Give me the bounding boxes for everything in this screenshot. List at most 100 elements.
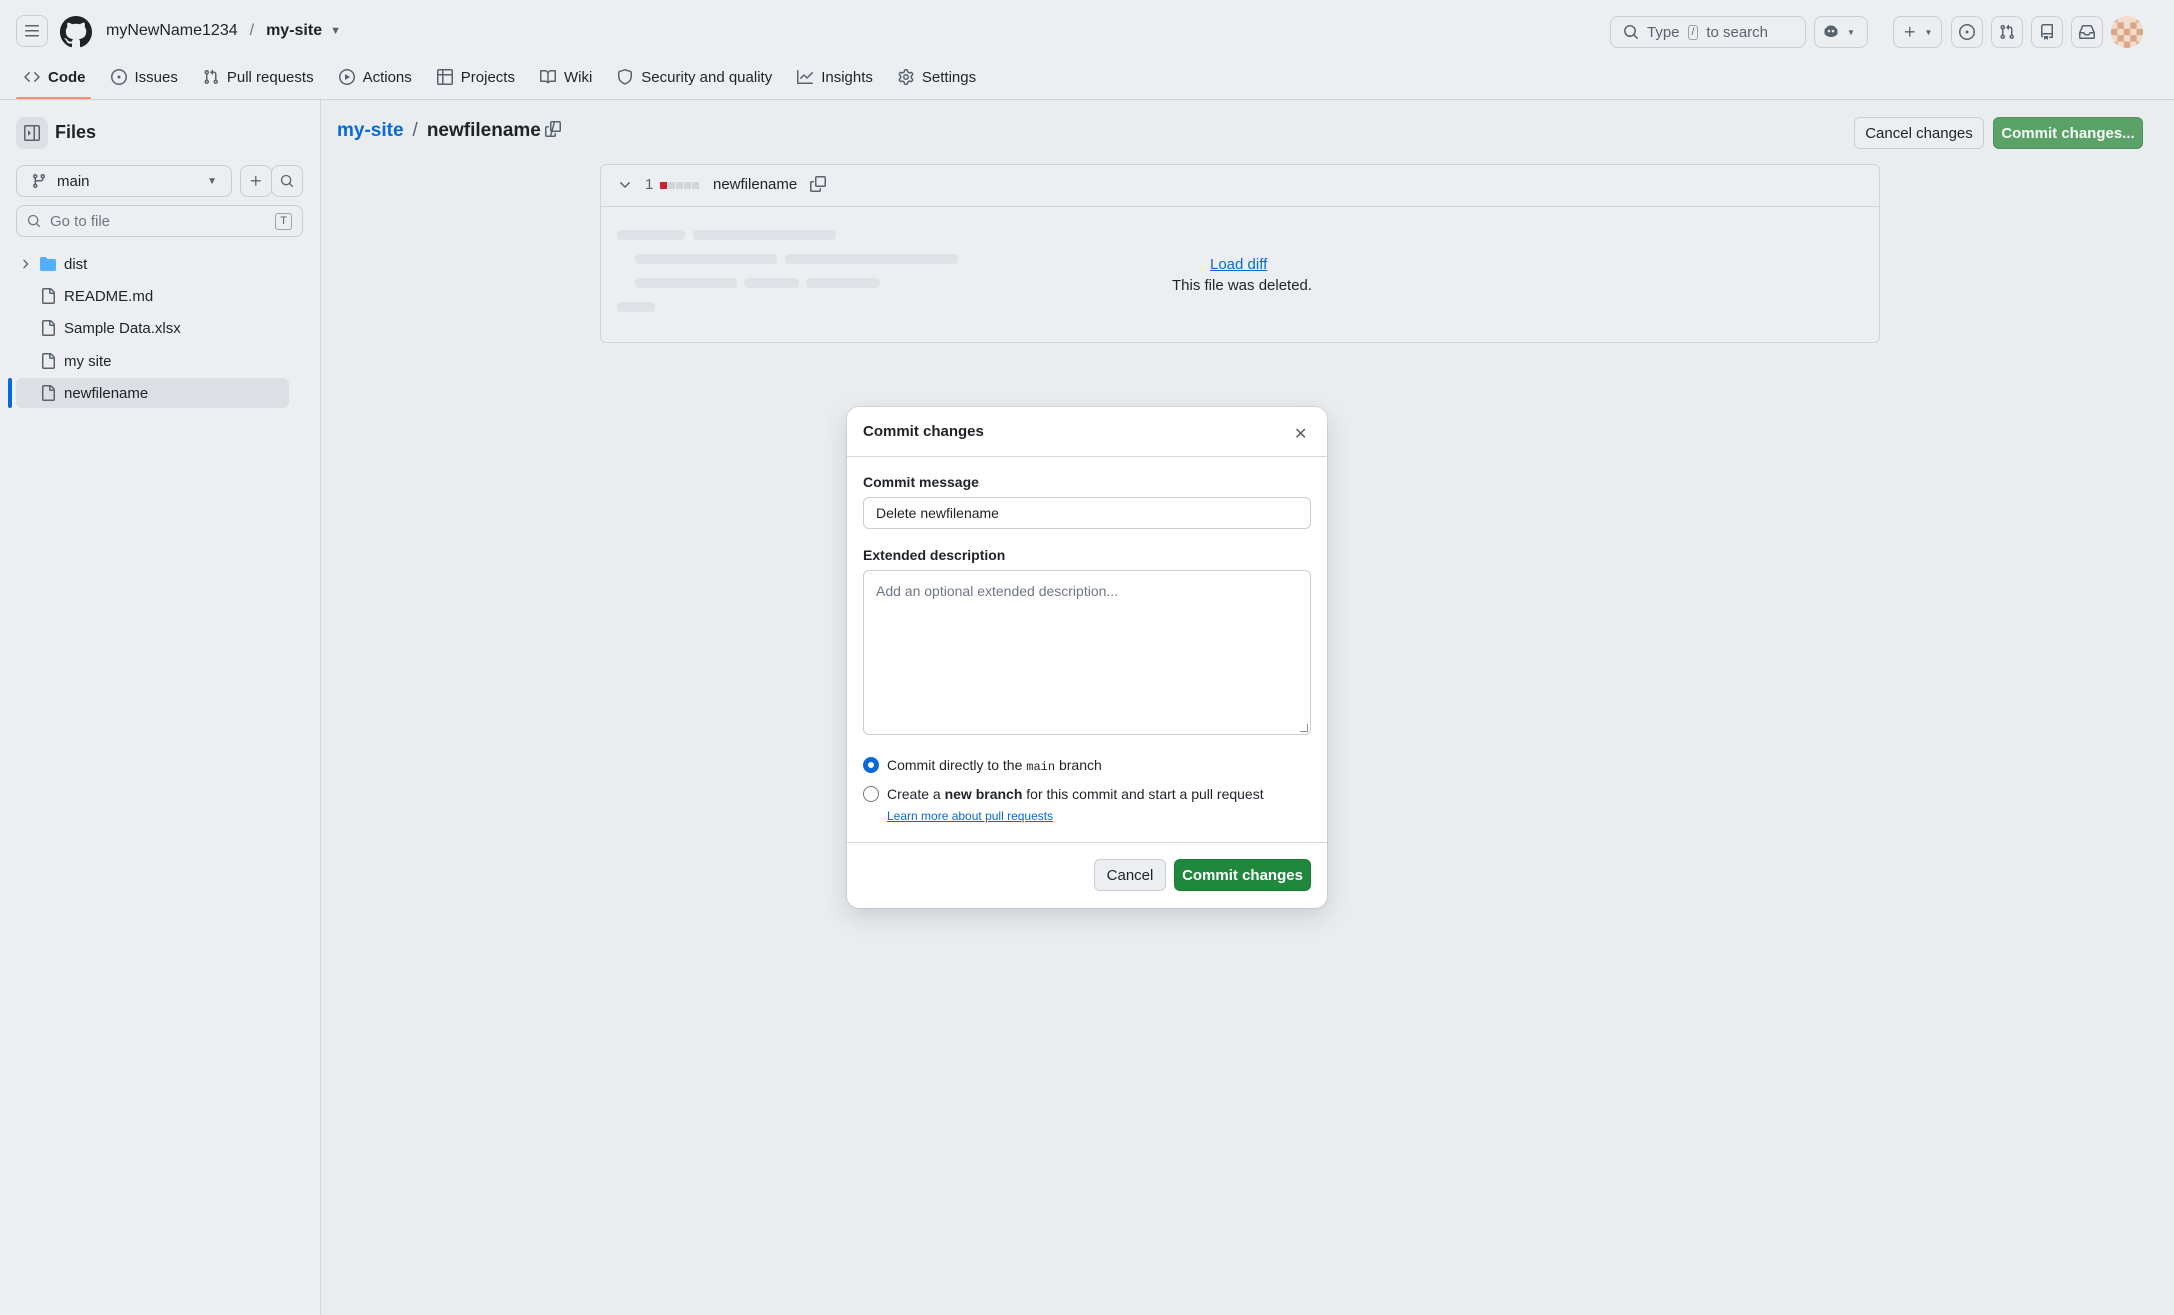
diff-filename: newfilename <box>713 176 798 193</box>
tab-issues[interactable]: Issues <box>103 62 186 92</box>
tree-item-my-site[interactable]: my site <box>16 346 289 376</box>
menu-button[interactable] <box>16 15 48 47</box>
tab-pull-requests[interactable]: Pull requests <box>195 62 322 92</box>
skeleton-line <box>617 302 655 312</box>
extended-description-textarea[interactable]: Add an optional extended description... <box>863 570 1311 735</box>
tab-security[interactable]: Security and quality <box>609 62 780 92</box>
tab-code[interactable]: Code <box>16 62 94 92</box>
inbox-button[interactable] <box>2071 16 2103 48</box>
tree-item-readme[interactable]: README.md <box>16 281 289 311</box>
copy-path-button[interactable] <box>545 121 567 143</box>
tab-code-label: Code <box>48 68 86 86</box>
diffstat-deleted-block <box>660 182 667 189</box>
breadcrumb-repo-link[interactable]: my-site <box>337 120 404 142</box>
commit-button[interactable]: Commit changes <box>1174 859 1311 891</box>
new-branch-radio[interactable] <box>863 786 879 802</box>
diff-card: 1 newfilename <box>600 164 1880 343</box>
issue-opened-icon <box>110 69 127 85</box>
resize-handle[interactable] <box>1300 724 1308 732</box>
selected-item-indicator <box>8 378 12 408</box>
file-deleted-message: This file was deleted. <box>1172 277 1313 294</box>
repo-dropdown-icon[interactable]: ▼ <box>330 25 341 37</box>
commit-directly-radio[interactable] <box>863 757 879 773</box>
tab-wiki[interactable]: Wiki <box>532 62 600 92</box>
issues-button[interactable] <box>1951 16 1983 48</box>
repo-nav-tabs: Code Issues Pull requests Actions Projec… <box>16 62 993 92</box>
option2-suffix: for this commit and start a pull request <box>1026 786 1264 802</box>
owner-link[interactable]: myNewName1234 <box>106 22 238 40</box>
option1-suffix: branch <box>1058 757 1102 773</box>
tab-settings[interactable]: Settings <box>890 62 984 92</box>
cancel-button[interactable]: Cancel <box>1094 859 1166 891</box>
commit-changes-dialog: Commit changes ✕ Commit message Delete n… <box>847 407 1327 908</box>
create-dropdown-icon: ▼ <box>1924 27 1933 37</box>
dialog-title: Commit changes <box>863 423 984 440</box>
skeleton-line <box>617 230 685 240</box>
dialog-footer-divider <box>847 842 1327 843</box>
search-prefix: Type <box>1647 23 1680 41</box>
identicon-avatar <box>2111 16 2143 48</box>
code-icon <box>24 71 40 83</box>
tree-item-label: dist <box>64 255 88 273</box>
create-new-button[interactable]: ▼ <box>1893 16 1942 48</box>
tab-projects[interactable]: Projects <box>429 62 523 92</box>
diffstat-neutral-block <box>684 182 691 189</box>
pull-requests-button[interactable] <box>1991 16 2023 48</box>
tree-item-newfilename[interactable]: newfilename <box>16 378 289 408</box>
tree-item-dist[interactable]: dist <box>16 249 289 279</box>
repo-link[interactable]: my-site <box>266 22 322 40</box>
search-files-button[interactable] <box>271 165 303 197</box>
collapse-sidebar-button[interactable] <box>16 117 48 149</box>
gear-icon <box>898 69 914 85</box>
folder-icon <box>40 257 56 271</box>
copilot-button[interactable]: ▼ <box>1814 16 1868 48</box>
branch-selector[interactable]: main ▼ <box>16 165 232 197</box>
add-file-button[interactable] <box>240 165 272 197</box>
git-pull-request-icon <box>204 69 218 85</box>
chevron-right-icon[interactable] <box>18 257 32 271</box>
git-pull-request-icon <box>2000 24 2015 40</box>
search-input[interactable]: Type / to search <box>1610 16 1806 48</box>
hamburger-icon <box>25 25 39 37</box>
copilot-icon <box>1824 25 1838 37</box>
file-icon <box>42 320 55 336</box>
breadcrumb-separator: / <box>412 120 418 141</box>
tab-security-label: Security and quality <box>641 68 773 86</box>
tab-actions-label: Actions <box>362 68 412 86</box>
github-logo-icon[interactable] <box>60 16 92 48</box>
search-suffix: to search <box>1706 23 1769 41</box>
plus-icon <box>1904 26 1915 37</box>
tab-wiki-label: Wiki <box>563 68 593 86</box>
commit-changes-button[interactable]: Commit changes... <box>1993 117 2143 149</box>
diffstat-neutral-block <box>692 182 699 189</box>
commit-directly-label[interactable]: Commit directly to the main branch <box>887 757 1102 774</box>
go-to-file-input[interactable]: Go to file T <box>16 205 303 237</box>
tree-item-label: newfilename <box>64 384 149 402</box>
skeleton-line <box>744 278 799 288</box>
tab-insights[interactable]: Insights <box>789 62 881 92</box>
tree-item-sample-data[interactable]: Sample Data.xlsx <box>16 313 289 343</box>
tab-actions[interactable]: Actions <box>331 62 420 92</box>
table-icon <box>436 69 453 85</box>
commit-message-input[interactable]: Delete newfilename <box>863 497 1311 529</box>
tab-issues-label: Issues <box>134 68 178 86</box>
plus-icon <box>250 175 261 186</box>
skeleton-line <box>806 278 880 288</box>
copy-icon[interactable] <box>810 176 826 192</box>
chevron-down-icon[interactable] <box>617 177 633 193</box>
cancel-changes-button[interactable]: Cancel changes <box>1854 117 1984 149</box>
close-icon[interactable]: ✕ <box>1294 424 1307 444</box>
tree-item-label: my site <box>64 352 112 370</box>
avatar[interactable] <box>2111 16 2143 48</box>
go-to-file-shortcut: T <box>275 213 292 230</box>
load-diff-link[interactable]: Load diff <box>1210 256 1267 273</box>
repositories-button[interactable] <box>2031 16 2063 48</box>
search-shortcut: / <box>1687 24 1699 40</box>
tab-insights-label: Insights <box>821 68 873 86</box>
new-branch-label[interactable]: Create a new branch for this commit and … <box>887 786 1264 802</box>
repo-icon <box>2041 24 2053 40</box>
search-icon <box>27 214 41 228</box>
git-branch-icon <box>32 174 45 189</box>
learn-more-link[interactable]: Learn more about pull requests <box>887 809 1053 823</box>
book-icon <box>539 69 556 84</box>
